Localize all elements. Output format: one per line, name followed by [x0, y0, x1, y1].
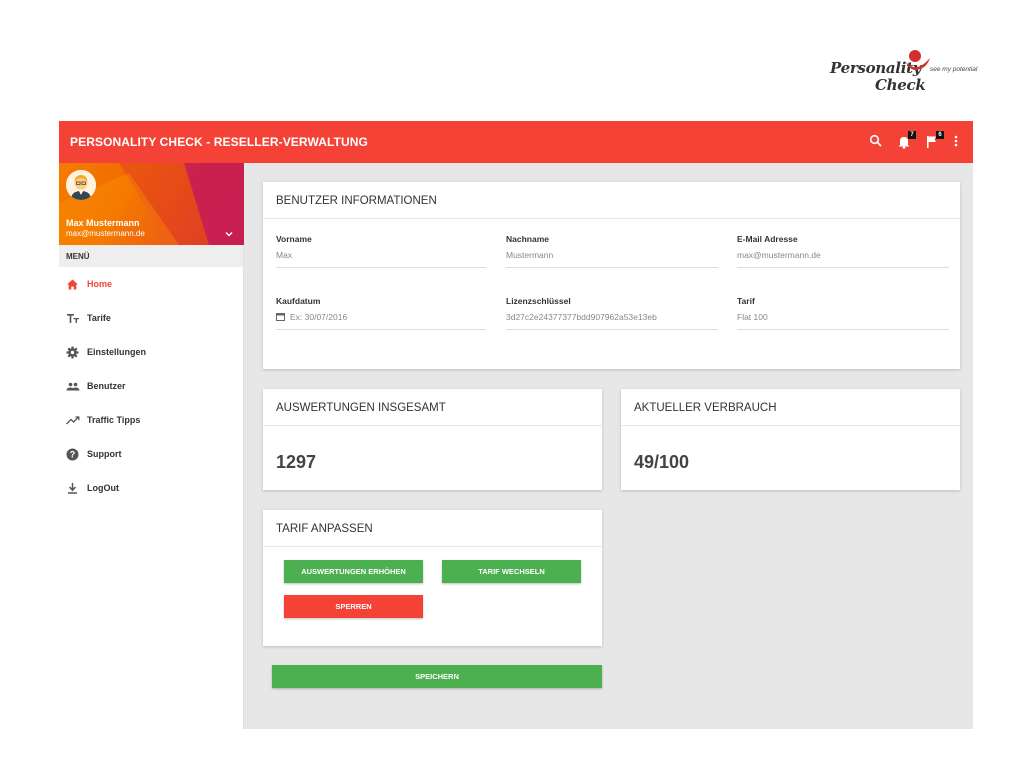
calendar-icon: [276, 313, 285, 321]
vorname-label: Vorname: [276, 234, 312, 244]
kaufdatum-field: Kaufdatum Ex: 30/07/2016: [276, 296, 486, 330]
kaufdatum-input[interactable]: Ex: 30/07/2016: [276, 312, 486, 330]
vorname-field: Vorname Max: [276, 234, 486, 268]
home-icon: [66, 278, 79, 291]
brand-tagline: see my potential: [930, 66, 978, 73]
sidebar-item-label: Home: [87, 279, 113, 289]
flag-badge: 6: [936, 131, 944, 139]
menu-label: MENÜ: [59, 245, 243, 267]
sidebar-item-label: Support: [87, 449, 122, 459]
sidebar: Max Mustermann max@mustermann.de MENÜ Ho…: [59, 163, 244, 729]
text-size-icon: [66, 312, 79, 325]
user-info-title: BENUTZER INFORMATIONEN: [263, 182, 960, 219]
sidebar-item-label: Einstellungen: [87, 347, 147, 357]
top-app-bar: PERSONALITY CHECK - RESELLER-VERWALTUNG …: [59, 121, 973, 163]
sidebar-item-label: Benutzer: [87, 381, 126, 391]
verbrauch-card: AKTUELLER VERBRAUCH 49/100: [621, 389, 960, 490]
tarif-anpassen-card: TARIF ANPASSEN AUSWERTUNGEN ERHÖHEN TARI…: [263, 510, 602, 646]
brand-word-2: Check: [875, 76, 926, 94]
verbrauch-value: 49/100: [634, 452, 690, 472]
auswertungen-title: AUSWERTUNGEN INSGESAMT: [263, 389, 602, 426]
email-input[interactable]: max@mustermann.de: [737, 250, 949, 268]
trending-up-icon: [66, 414, 80, 427]
chevron-down-icon[interactable]: [223, 227, 235, 239]
sidebar-item-tarife[interactable]: Tarife: [59, 301, 243, 335]
brand-swoosh-icon: [906, 50, 930, 70]
flag-icon[interactable]: 6: [925, 131, 944, 150]
auswertungen-erhoehen-button[interactable]: AUSWERTUNGEN ERHÖHEN: [284, 560, 423, 583]
download-icon: [66, 482, 79, 495]
nachname-field: Nachname Mustermann: [506, 234, 718, 268]
people-icon: [66, 380, 80, 393]
save-button[interactable]: SPEICHERN: [272, 665, 602, 688]
user-name: Max Mustermann: [66, 218, 140, 228]
notifications-badge: 7: [908, 131, 916, 139]
sidebar-item-home[interactable]: Home: [59, 267, 243, 301]
app-window: PERSONALITY CHECK - RESELLER-VERWALTUNG …: [59, 121, 973, 729]
vorname-input[interactable]: Max: [276, 250, 486, 268]
user-info-card: BENUTZER INFORMATIONEN Vorname Max Nachn…: [263, 182, 960, 369]
search-icon[interactable]: [869, 134, 887, 150]
avatar: [66, 170, 96, 200]
verbrauch-title: AKTUELLER VERBRAUCH: [621, 389, 960, 426]
tarif-input[interactable]: Flat 100: [737, 312, 949, 330]
email-label: E-Mail Adresse: [737, 234, 798, 244]
nachname-input[interactable]: Mustermann: [506, 250, 718, 268]
auswertungen-value: 1297: [276, 452, 317, 472]
lizenz-label: Lizenzschlüssel: [506, 296, 571, 306]
sidebar-item-label: Tarife: [87, 313, 111, 323]
lizenz-field: Lizenzschlüssel 3d27c2e24377377bdd907962…: [506, 296, 718, 330]
email-field: E-Mail Adresse max@mustermann.de: [737, 234, 949, 268]
sidebar-item-logout[interactable]: LogOut: [59, 471, 243, 505]
notifications-icon[interactable]: 7: [897, 131, 916, 150]
svg-text:?: ?: [70, 450, 76, 460]
sidebar-item-support[interactable]: ? Support: [59, 437, 243, 471]
sidebar-item-label: LogOut: [87, 483, 119, 493]
brand-logo: Personality see my potential Check: [826, 46, 986, 98]
user-email: max@mustermann.de: [66, 229, 145, 238]
tarif-label: Tarif: [737, 296, 755, 306]
sidebar-item-traffic-tipps[interactable]: Traffic Tipps: [59, 403, 243, 437]
nachname-label: Nachname: [506, 234, 549, 244]
sidebar-item-einstellungen[interactable]: Einstellungen: [59, 335, 243, 369]
kaufdatum-placeholder: Ex: 30/07/2016: [290, 312, 348, 322]
auswertungen-card: AUSWERTUNGEN INSGESAMT 1297: [263, 389, 602, 490]
tarif-anpassen-title: TARIF ANPASSEN: [263, 510, 602, 547]
profile-header: Max Mustermann max@mustermann.de: [59, 163, 244, 245]
tarif-wechseln-button[interactable]: TARIF WECHSELN: [442, 560, 581, 583]
sperren-button[interactable]: SPERREN: [284, 595, 423, 618]
sidebar-item-label: Traffic Tipps: [87, 415, 141, 425]
lizenz-input[interactable]: 3d27c2e24377377bdd907962a53e13eb: [506, 312, 718, 330]
kaufdatum-label: Kaufdatum: [276, 296, 321, 306]
help-icon: ?: [66, 448, 79, 461]
more-vert-icon[interactable]: [953, 134, 961, 150]
app-title: PERSONALITY CHECK - RESELLER-VERWALTUNG: [70, 135, 368, 149]
tarif-field: Tarif Flat 100: [737, 296, 949, 330]
gear-icon: [66, 346, 79, 359]
sidebar-item-benutzer[interactable]: Benutzer: [59, 369, 243, 403]
